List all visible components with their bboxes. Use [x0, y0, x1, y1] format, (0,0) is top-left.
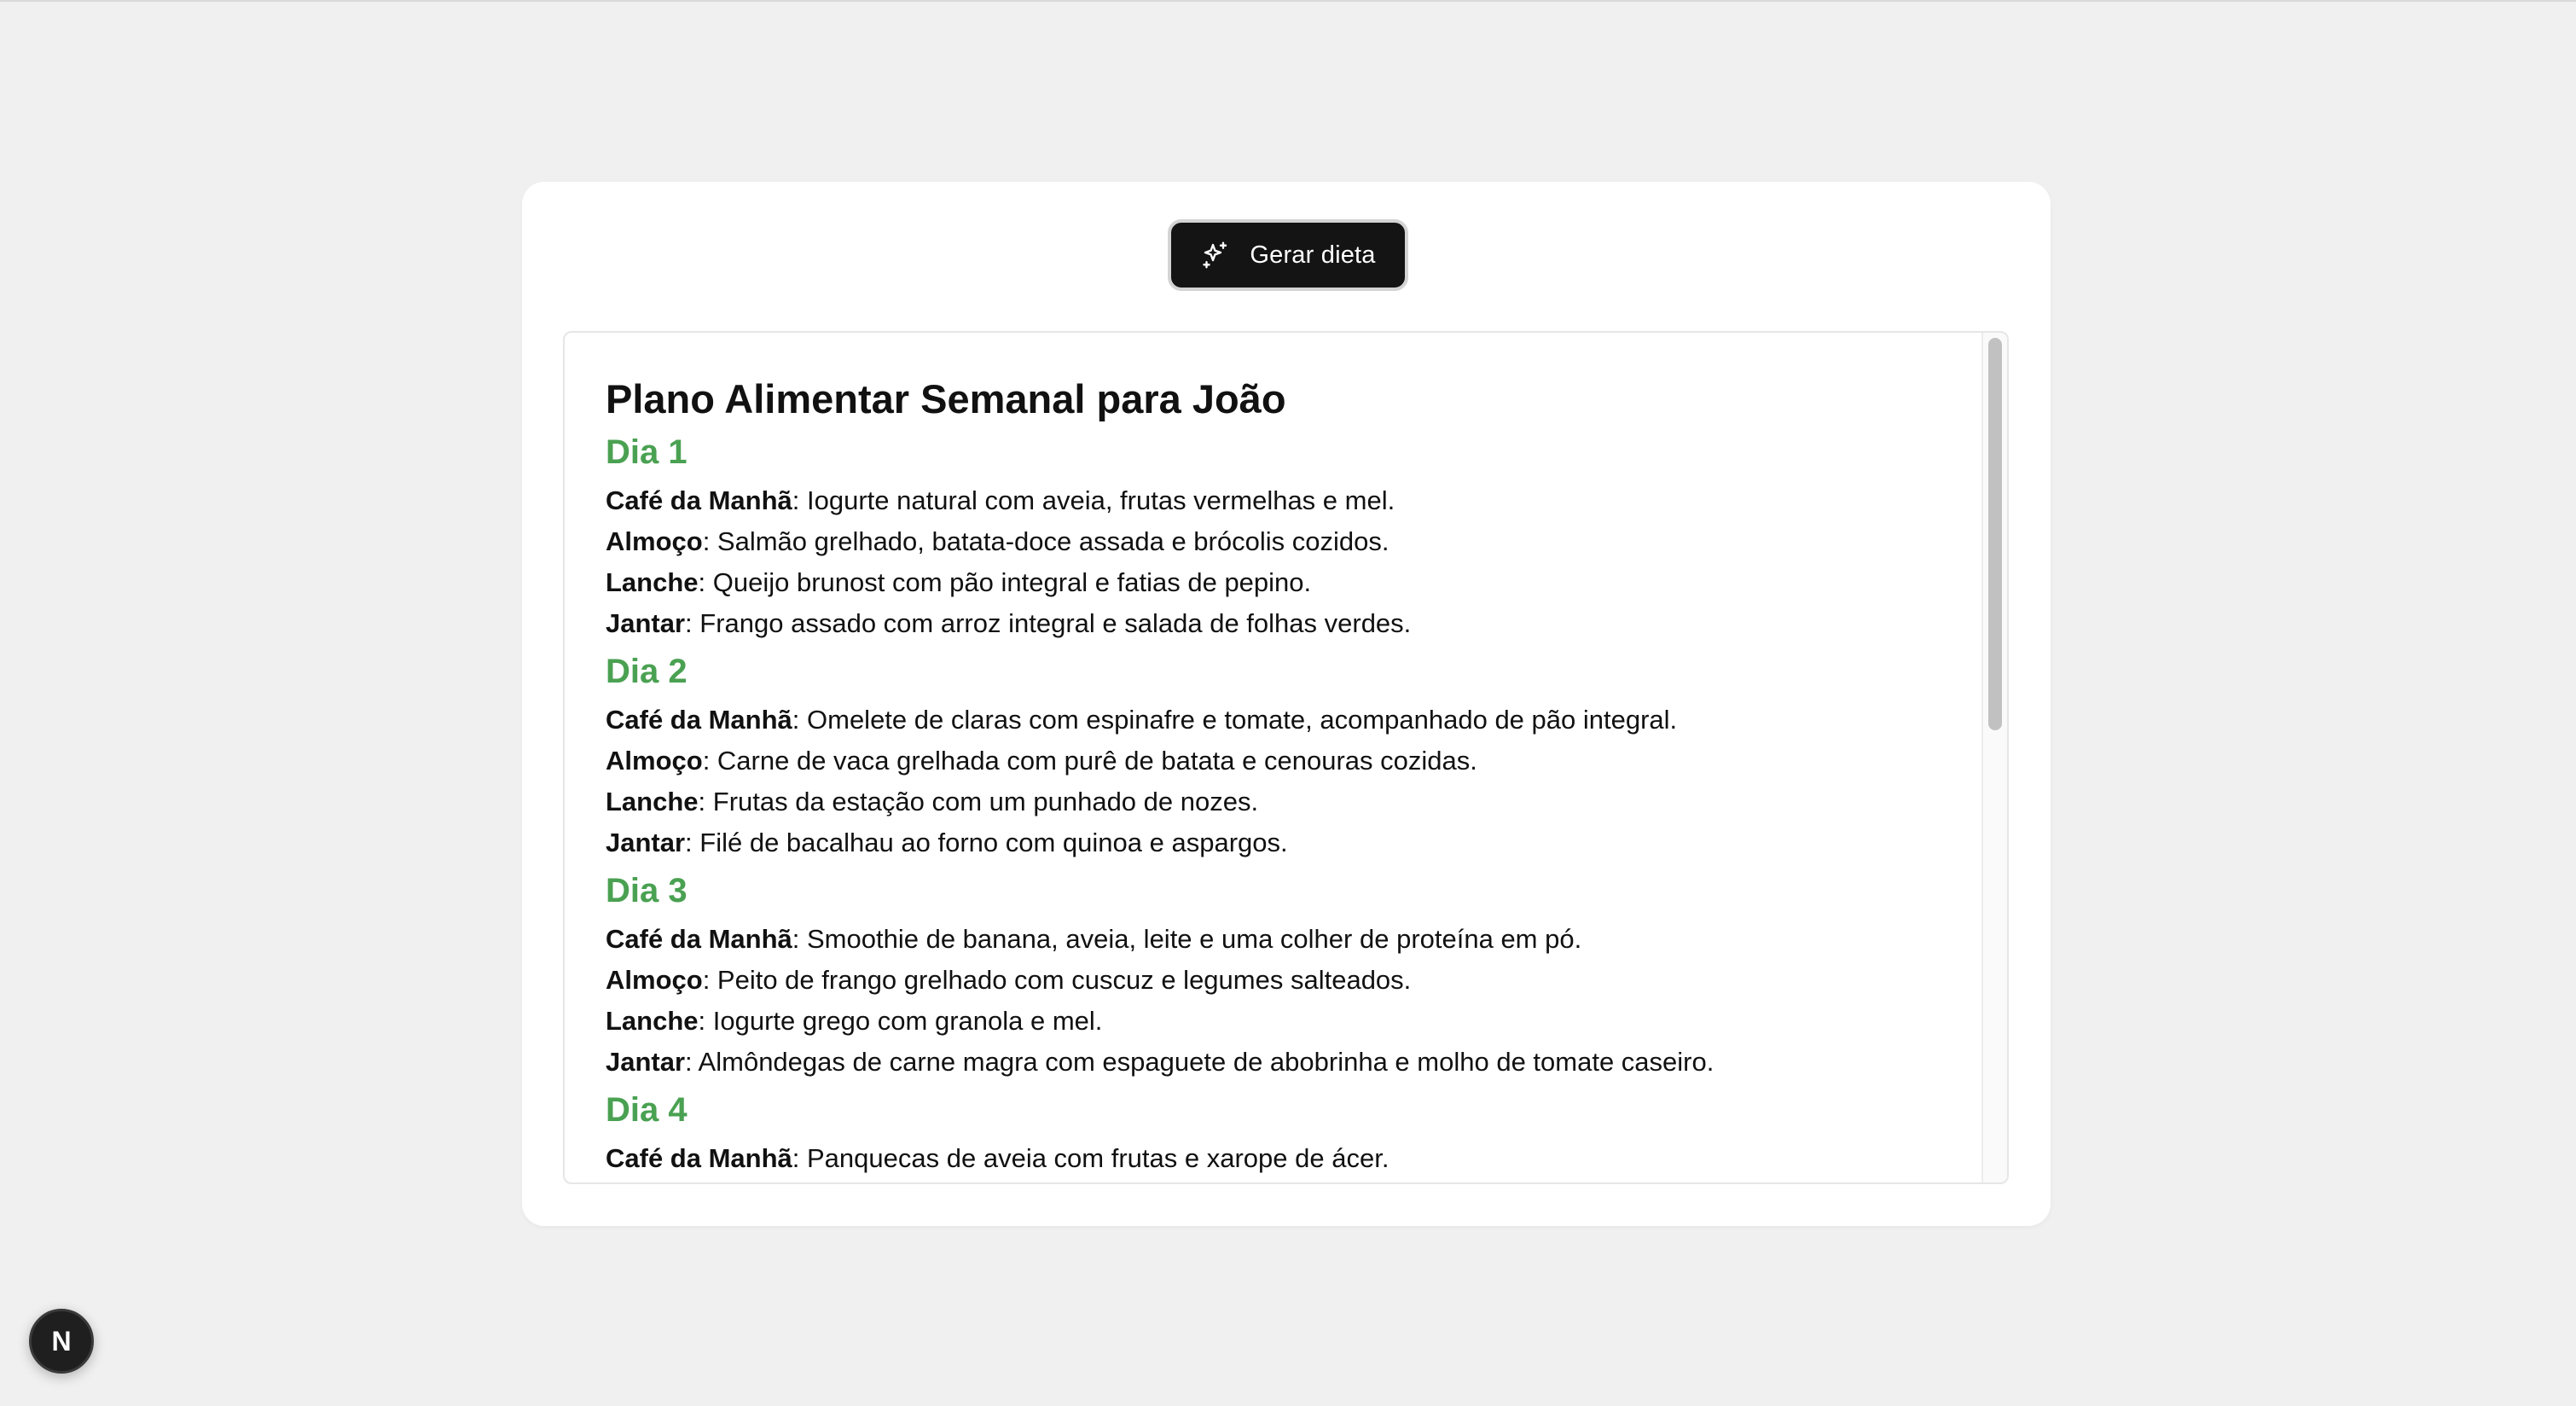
meal-item: Lanche: Iogurte grego com granola e mel.	[606, 1001, 1936, 1042]
meal-description: : Panquecas de aveia com frutas e xarope…	[792, 1143, 1390, 1173]
meal-description: : Almôndegas de carne magra com espaguet…	[685, 1047, 1714, 1077]
meal-description: : Peito de frango grelhado com cuscuz e …	[702, 965, 1412, 995]
meal-description: : Carne de vaca grelhada com purê de bat…	[702, 746, 1477, 776]
meal-description: : Omelete de claras com espinafre e toma…	[792, 705, 1678, 735]
meal-description: : Iogurte grego com granola e mel.	[698, 1006, 1103, 1036]
meal-item: Almoço: Carne de vaca grelhada com purê …	[606, 741, 1936, 781]
meal-item: Lanche: Frutas da estação com um punhado…	[606, 781, 1936, 822]
meal-item: Jantar: Filé de bacalhau ao forno com qu…	[606, 822, 1936, 863]
meal-description: : Iogurte natural com aveia, frutas verm…	[792, 485, 1395, 515]
meal-name: Lanche	[606, 787, 699, 816]
day-heading: Dia 2	[606, 653, 688, 690]
meal-item: Café da Manhã: Omelete de claras com esp…	[606, 700, 1936, 741]
nextjs-dev-badge[interactable]: N	[29, 1309, 94, 1374]
meal-name: Café da Manhã	[606, 924, 792, 954]
generate-diet-label: Gerar dieta	[1250, 241, 1376, 269]
days-list: Dia 1 Café da Manhã: Iogurte natural com …	[606, 431, 1936, 1179]
meal-name: Café da Manhã	[606, 1143, 792, 1173]
meal-description: : Queijo brunost com pão integral e fati…	[698, 567, 1312, 597]
meal-name: Almoço	[606, 965, 703, 995]
meal-item: Almoço: Salmão grelhado, batata-doce ass…	[606, 521, 1936, 562]
meal-name: Jantar	[606, 1047, 686, 1077]
meal-item: Lanche: Queijo brunost com pão integral …	[606, 562, 1936, 603]
meal-name: Café da Manhã	[606, 485, 792, 515]
top-border	[0, 0, 2576, 2]
meal-list: Café da Manhã: Panquecas de aveia com fr…	[606, 1138, 1936, 1179]
meal-item: Jantar: Frango assado com arroz integral…	[606, 603, 1936, 644]
day-section: Dia 3 Café da Manhã: Smoothie de banana, …	[606, 869, 1936, 1083]
meal-name: Jantar	[606, 608, 686, 638]
meal-item: Café da Manhã: Smoothie de banana, aveia…	[606, 919, 1936, 960]
meal-name: Almoço	[606, 526, 703, 556]
meal-name: Almoço	[606, 746, 703, 776]
meal-description: : Frango assado com arroz integral e sal…	[685, 608, 1412, 638]
day-section: Dia 4 Café da Manhã: Panquecas de aveia c…	[606, 1089, 1936, 1179]
meal-description: : Salmão grelhado, batata-doce assada e …	[702, 526, 1390, 556]
nextjs-logo-letter: N	[51, 1325, 72, 1357]
day-section: Dia 1 Café da Manhã: Iogurte natural com …	[606, 431, 1936, 644]
meal-item: Almoço: Peito de frango grelhado com cus…	[606, 960, 1936, 1001]
meal-name: Lanche	[606, 1006, 699, 1036]
day-heading: Dia 1	[606, 433, 688, 471]
meal-list: Café da Manhã: Smoothie de banana, aveia…	[606, 919, 1936, 1083]
meal-name: Lanche	[606, 567, 699, 597]
day-heading: Dia 3	[606, 872, 688, 909]
meal-name: Jantar	[606, 828, 686, 857]
diet-content: Plano Alimentar Semanal para João Dia 1 C…	[606, 374, 1936, 1179]
meal-item: Jantar: Almôndegas de carne magra com es…	[606, 1042, 1936, 1083]
meal-description: : Frutas da estação com um punhado de no…	[698, 787, 1259, 816]
scrollbar-thumb[interactable]	[1988, 338, 2002, 730]
meal-item: Café da Manhã: Iogurte natural com aveia…	[606, 480, 1936, 521]
meal-list: Café da Manhã: Iogurte natural com aveia…	[606, 480, 1936, 644]
meal-description: : Filé de bacalhau ao forno com quinoa e…	[685, 828, 1288, 857]
diet-output-panel[interactable]: Plano Alimentar Semanal para João Dia 1 C…	[563, 331, 2009, 1184]
day-section: Dia 2 Café da Manhã: Omelete de claras co…	[606, 650, 1936, 863]
diet-title: Plano Alimentar Semanal para João	[606, 376, 1286, 421]
generate-diet-button[interactable]: Gerar dieta	[1168, 219, 1408, 291]
meal-item: Café da Manhã: Panquecas de aveia com fr…	[606, 1138, 1936, 1179]
meal-description: : Smoothie de banana, aveia, leite e uma…	[792, 924, 1582, 954]
sparkles-icon	[1200, 240, 1231, 270]
scrollbar[interactable]	[1981, 333, 2007, 1182]
day-heading: Dia 4	[606, 1091, 688, 1129]
meal-list: Café da Manhã: Omelete de claras com esp…	[606, 700, 1936, 863]
meal-name: Café da Manhã	[606, 705, 792, 735]
diet-card: Gerar dieta Plano Alimentar Semanal para…	[522, 182, 2051, 1226]
